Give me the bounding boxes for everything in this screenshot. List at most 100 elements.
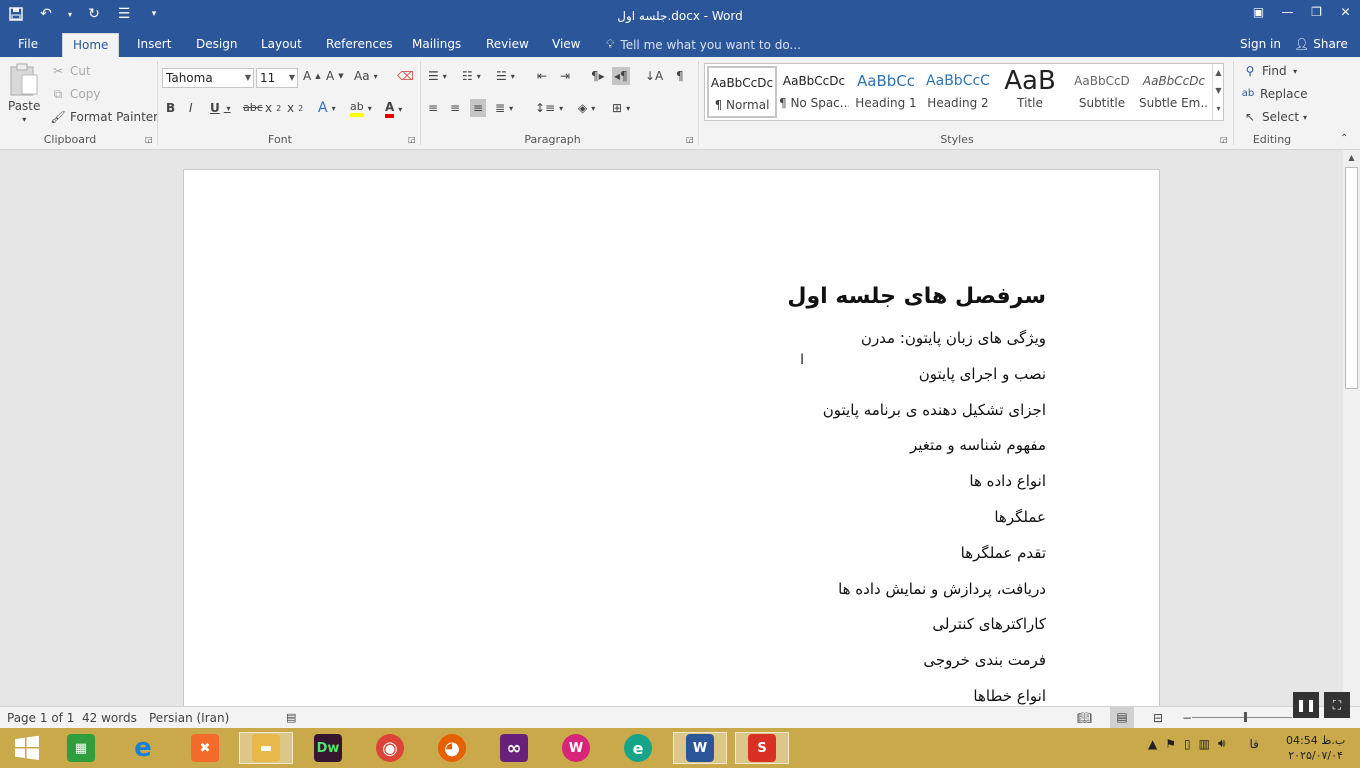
- change-case-button[interactable]: Aa ▾: [354, 69, 378, 83]
- minimize-button[interactable]: —: [1273, 0, 1302, 24]
- grow-font-button[interactable]: A ▲: [303, 69, 321, 83]
- line-spacing-icon[interactable]: ↕≡ ▾: [535, 101, 563, 115]
- zoom-slider-thumb[interactable]: [1244, 712, 1247, 722]
- borders-icon[interactable]: ⊞ ▾: [612, 101, 630, 115]
- page-count[interactable]: Page 1 of 1: [7, 711, 74, 725]
- chrome-icon[interactable]: ◉: [363, 732, 417, 764]
- rtl-direction-icon[interactable]: ◂¶: [612, 67, 630, 85]
- language-indicator[interactable]: Persian (Iran): [149, 711, 229, 725]
- paste-button[interactable]: Paste ▾: [8, 63, 40, 124]
- volume-icon[interactable]: 🔊︎: [1218, 736, 1226, 751]
- multilevel-list-icon[interactable]: ☱ ▾: [496, 69, 515, 83]
- strikethrough-button[interactable]: abc: [243, 101, 263, 114]
- tab-insert[interactable]: Insert: [127, 33, 181, 57]
- zoom-slider[interactable]: [1192, 717, 1292, 718]
- file-explorer-icon[interactable]: ▬: [239, 732, 293, 764]
- presenter-icon[interactable]: ⛶: [1324, 692, 1350, 718]
- tab-design[interactable]: Design: [186, 33, 247, 57]
- clear-formatting-icon[interactable]: ⌫: [397, 69, 414, 83]
- copy-button[interactable]: ⧉ Copy: [50, 86, 101, 102]
- language-switch[interactable]: فا: [1250, 737, 1259, 751]
- replace-button[interactable]: ab Replace: [1240, 86, 1308, 102]
- tell-me-box[interactable]: 💡︎ Tell me what you want to do...: [606, 37, 801, 52]
- italic-button[interactable]: I: [189, 101, 193, 115]
- sign-in-link[interactable]: Sign in: [1240, 37, 1281, 51]
- clipboard-launcher-icon[interactable]: ◲: [145, 135, 153, 144]
- scrollbar-thumb[interactable]: [1345, 167, 1358, 389]
- style-subtitle[interactable]: AaBbCcD Subtitle: [1067, 66, 1137, 118]
- select-button[interactable]: ↖ Select ▾: [1242, 109, 1307, 125]
- decrease-indent-icon[interactable]: ⇤: [537, 69, 547, 83]
- xampp-icon[interactable]: ✖: [178, 732, 232, 764]
- flag-icon[interactable]: ⚑: [1165, 737, 1176, 751]
- styles-launcher-icon[interactable]: ◲: [1220, 135, 1228, 144]
- tray-expand-icon[interactable]: ▲: [1148, 737, 1157, 751]
- tab-layout[interactable]: Layout: [251, 33, 312, 57]
- style-normal[interactable]: AaBbCcDc ¶ Normal: [707, 66, 777, 118]
- tab-mailings[interactable]: Mailings: [402, 33, 471, 57]
- e-app-icon[interactable]: e: [611, 732, 665, 764]
- numbering-icon[interactable]: ☷ ▾: [462, 69, 481, 83]
- ribbon-display-options-icon[interactable]: ▣: [1244, 0, 1273, 24]
- align-right-icon[interactable]: ≡: [470, 99, 487, 117]
- document-body[interactable]: سرفصل های جلسه اول ویژگی های زبان پایتون…: [787, 280, 1046, 706]
- font-launcher-icon[interactable]: ◲: [408, 135, 416, 144]
- pause-icon[interactable]: ❚❚: [1293, 692, 1319, 718]
- superscript-button[interactable]: x2: [287, 101, 303, 115]
- close-button[interactable]: ✕: [1331, 0, 1360, 24]
- shrink-font-button[interactable]: A ▼: [326, 69, 344, 83]
- paragraph-launcher-icon[interactable]: ◲: [686, 135, 694, 144]
- word-taskbar-icon[interactable]: W: [673, 732, 727, 764]
- firefox-icon[interactable]: ◕: [425, 732, 479, 764]
- text-effects-icon[interactable]: A ▾: [318, 100, 336, 116]
- macro-record-icon[interactable]: ▤: [286, 711, 296, 724]
- style-title[interactable]: AaB Title: [995, 66, 1065, 118]
- align-center-icon[interactable]: ≡: [450, 101, 460, 115]
- bold-button[interactable]: B: [166, 101, 175, 115]
- screen-recorder-icon[interactable]: S: [735, 732, 789, 764]
- style-heading-1[interactable]: AaBbCc Heading 1: [851, 66, 921, 118]
- sort-icon[interactable]: ↓A: [645, 69, 663, 83]
- share-button[interactable]: 👤︎ Share: [1294, 37, 1348, 51]
- shading-icon[interactable]: ◈ ▾: [578, 101, 595, 115]
- tab-references[interactable]: References: [316, 33, 403, 57]
- tab-home[interactable]: Home: [62, 33, 120, 57]
- underline-button[interactable]: U ▾: [210, 101, 231, 115]
- justify-icon[interactable]: ≣ ▾: [495, 101, 513, 115]
- highlight-color-button[interactable]: ab ▾: [350, 100, 372, 117]
- collapse-ribbon-icon[interactable]: ⌃: [1340, 133, 1348, 144]
- store-icon[interactable]: ▦: [54, 732, 108, 764]
- battery-icon[interactable]: ▯: [1184, 737, 1191, 751]
- tab-review[interactable]: Review: [476, 33, 539, 57]
- wamp-icon[interactable]: W: [549, 732, 603, 764]
- web-layout-icon[interactable]: ⊟: [1153, 711, 1163, 725]
- style-subtle-emphasis[interactable]: AaBbCcDc Subtle Em...: [1139, 66, 1209, 118]
- font-color-button[interactable]: A ▾: [385, 100, 402, 118]
- visual-studio-icon[interactable]: ∞: [487, 732, 541, 764]
- print-layout-icon[interactable]: ▤: [1110, 707, 1134, 728]
- tab-file[interactable]: File: [8, 33, 48, 57]
- show-marks-icon[interactable]: ¶: [676, 69, 684, 83]
- align-left-icon[interactable]: ≡: [428, 101, 438, 115]
- restore-button[interactable]: ❐: [1302, 0, 1331, 24]
- vertical-scrollbar[interactable]: ▲: [1343, 150, 1360, 706]
- zoom-out-icon[interactable]: −: [1182, 711, 1192, 725]
- document-page[interactable]: سرفصل های جلسه اول ویژگی های زبان پایتون…: [183, 169, 1160, 706]
- scroll-up-icon[interactable]: ▲: [1346, 153, 1357, 164]
- increase-indent-icon[interactable]: ⇥: [560, 69, 570, 83]
- format-painter-button[interactable]: 🖌︎ Format Painter: [50, 109, 158, 125]
- styles-scroll[interactable]: ▲ ▼ ▾: [1212, 64, 1224, 120]
- bullets-icon[interactable]: ☰ ▾: [428, 69, 447, 83]
- network-icon[interactable]: ▥: [1199, 737, 1210, 751]
- font-name-combo[interactable]: Tahoma ▼: [162, 68, 254, 88]
- style-heading-2[interactable]: AaBbCcC Heading 2: [923, 66, 993, 118]
- internet-explorer-icon[interactable]: e: [116, 732, 170, 764]
- font-size-combo[interactable]: 11 ▼: [256, 68, 298, 88]
- cut-button[interactable]: ✂ Cut: [50, 63, 91, 79]
- tab-view[interactable]: View: [542, 33, 590, 57]
- style-no-spacing[interactable]: AaBbCcDc ¶ No Spac...: [779, 66, 849, 118]
- clock[interactable]: 04:54 ب.ظ ۲۰۲۵/۰۷/۰۴: [1286, 733, 1345, 763]
- ltr-direction-icon[interactable]: ¶▸: [591, 69, 605, 83]
- read-mode-icon[interactable]: 📖︎: [1077, 711, 1092, 725]
- find-button[interactable]: ⚲ Find ▾: [1242, 63, 1298, 79]
